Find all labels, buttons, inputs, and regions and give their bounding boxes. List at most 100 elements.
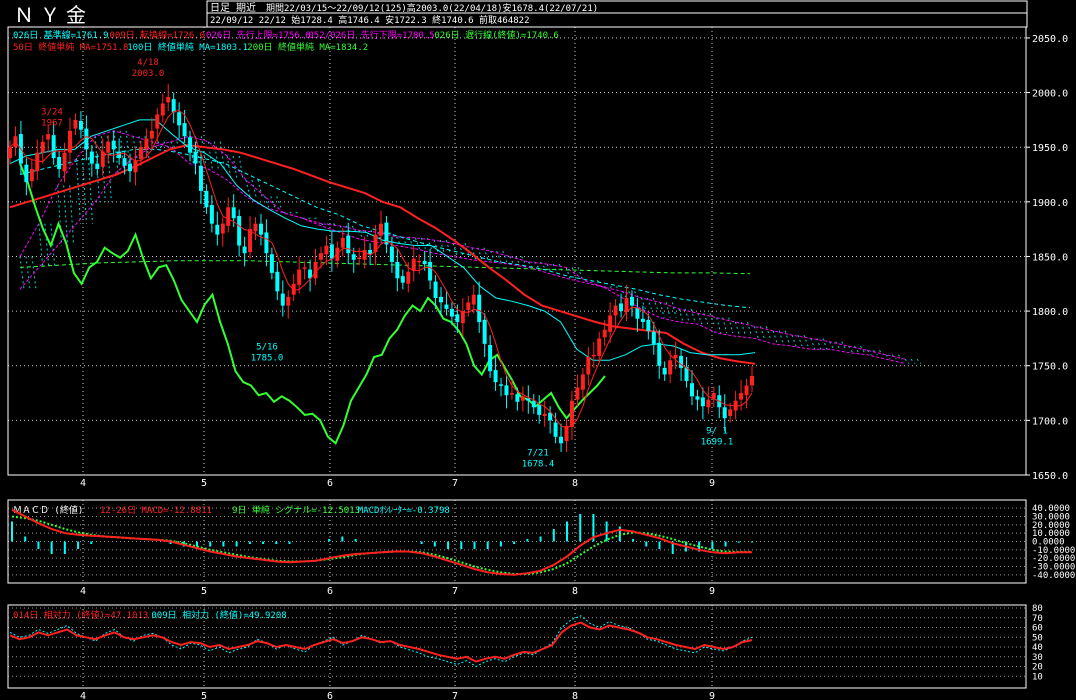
price-tick-label: 1700.0 [1032, 416, 1068, 427]
annotation-date: 5/16 [256, 342, 278, 352]
kumo-hatch [257, 179, 263, 197]
candle-body [138, 147, 143, 160]
kumo-hatch [502, 250, 508, 263]
candle-body [635, 307, 640, 319]
kumo-hatch [772, 330, 778, 345]
ma200-line [19, 260, 751, 275]
kumo-hatch [213, 141, 219, 170]
candle-body [29, 169, 34, 182]
month-label: 6 [327, 586, 333, 597]
candle-body [133, 160, 138, 173]
rsi-tick-label: 70 [1032, 614, 1043, 624]
candle-body [226, 207, 231, 226]
candle-body [198, 165, 203, 191]
kumo-hatch [910, 358, 916, 364]
ma-legend-item: 100日 終値単純 MA=1803.1 [127, 41, 248, 53]
main-legend-item: 009日 転換線=1726.0 [110, 29, 206, 41]
candle-body [264, 232, 269, 254]
kumo-hatch [784, 330, 790, 345]
month-label: 7 [452, 691, 458, 700]
candle-body [504, 385, 509, 396]
candle-body [182, 123, 187, 137]
kumo-hatch [716, 317, 722, 334]
candle-body [559, 436, 564, 444]
candle-body [455, 314, 460, 323]
kumo-hatch [652, 297, 658, 310]
main-price-panel: 1650.0 1700.0 1750.0 1800.0 1850.0 1900.0 1950… [8, 34, 1068, 482]
candle-body [346, 235, 351, 254]
annotation-date: 4/18 [137, 58, 159, 68]
candle-body [651, 331, 656, 344]
candle-body [728, 409, 733, 416]
candle-body [379, 223, 383, 236]
ma-legend-item: 50日 終値単純 MA=1751.8 [13, 41, 128, 53]
kumo-hatch [665, 302, 671, 318]
price-tick-label: 1800.0 [1032, 307, 1068, 318]
candle-body [231, 207, 236, 219]
kumo-hatch [170, 141, 176, 148]
candle-body [84, 128, 89, 150]
main-legend-item: 026日 基準線=1761.9 [13, 29, 109, 41]
candle-body [8, 147, 12, 159]
candle-body [553, 422, 558, 437]
candle-body [673, 354, 678, 359]
candle-body [209, 205, 214, 224]
candle-body [106, 141, 111, 153]
candle-body [89, 151, 94, 164]
kumo-hatch [558, 263, 564, 274]
candle-body [57, 157, 62, 170]
annotation-value: 1678.4 [522, 459, 555, 469]
macd-legend-item: MACDｵｼﾚｰﾀｰ=-0.3798 [358, 505, 450, 516]
chart-header: ＮＹ金 日足 期近 期間22/03/15～22/09/12(125)高2003.… [14, 1, 598, 27]
kumo-hatch [659, 302, 665, 318]
candle-body [400, 276, 405, 283]
month-label: 4 [80, 478, 86, 489]
chart-period: 期間22/03/15～22/09/12(125)高2003.0(22/04/18… [266, 2, 598, 14]
candle-body [215, 224, 220, 235]
macd-title: ＭＡＣＤ (終値) [13, 504, 83, 516]
rsi-legend-item: 014日 相対力 (終値)=47.1013 [13, 609, 148, 621]
candle-body [700, 397, 705, 407]
month-label: 4 [80, 691, 86, 700]
candle-body [204, 190, 209, 208]
candle-body [155, 114, 160, 129]
kumo-hatch [735, 321, 741, 337]
candle-body [242, 246, 247, 254]
candle-body [668, 360, 673, 375]
annotation-date: 9/ 1 [706, 426, 728, 436]
kumo-hatch [38, 223, 44, 268]
kumo-hatch [697, 313, 703, 325]
month-label: 5 [201, 691, 207, 700]
candle-body [537, 405, 542, 415]
candle-body [531, 400, 536, 408]
candle-body [275, 271, 280, 292]
month-label: 6 [327, 478, 333, 489]
candle-body [706, 399, 711, 408]
kumo-hatch [25, 256, 31, 290]
month-label: 8 [572, 478, 578, 489]
month-label: 4 [80, 586, 86, 597]
candle-body [269, 254, 274, 273]
kumo-hatch [728, 317, 734, 334]
candle-body [237, 216, 242, 246]
main-legend-item: 026日 先行上限=1756.6 [206, 29, 311, 41]
candle-body [302, 267, 307, 269]
candle-body [177, 112, 182, 126]
candle-body [591, 354, 596, 357]
candle-body [608, 315, 613, 332]
month-label: 9 [709, 691, 715, 700]
rsi-tick-label: 60 [1032, 624, 1043, 634]
candle-body [613, 305, 618, 316]
tenkan-line [9, 109, 753, 429]
candle-body [258, 223, 263, 235]
main-legend-item: 026日 遅行線(終値)=1740.6 [434, 29, 558, 41]
candle-body [149, 130, 154, 139]
latest-quote: 22/09/12 22/12 始1728.4 高1746.4 安1722.3 終… [210, 14, 530, 26]
kumo-hatch [565, 267, 571, 279]
kumo-hatch [829, 341, 835, 350]
kumo-hatch [722, 317, 728, 334]
candle-body [657, 342, 662, 366]
annotation-value: 1967 [41, 118, 63, 128]
candle-body [280, 293, 285, 306]
candle-body [679, 355, 684, 368]
